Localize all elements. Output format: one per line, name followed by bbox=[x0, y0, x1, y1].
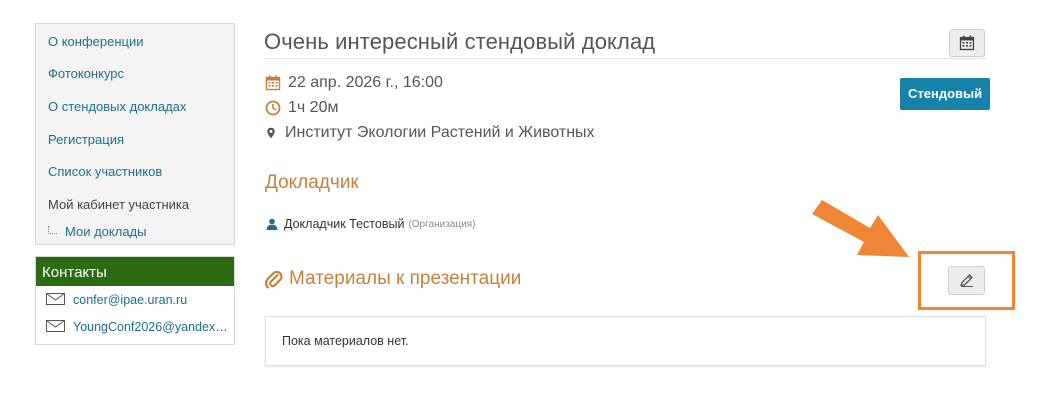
sidebar-item-participants[interactable]: Список участников bbox=[48, 164, 162, 179]
highlight-frame bbox=[918, 251, 1015, 310]
sidebar-subitem-label: Мои доклады bbox=[65, 224, 147, 239]
contacts-title: Контакты bbox=[36, 257, 234, 286]
contact-email-2[interactable]: YoungConf2026@yandex.ru bbox=[46, 320, 228, 334]
contact-email-text: YoungConf2026@yandex.ru bbox=[73, 320, 228, 334]
pointer-arrow-icon bbox=[812, 200, 909, 257]
talk-duration: 1ч 20м bbox=[265, 99, 338, 117]
contact-email-text: confer@ipae.uran.ru bbox=[73, 293, 188, 307]
contacts-panel: Контакты confer@ipae.uran.ru YoungConf20… bbox=[35, 256, 235, 345]
speaker-organization: (Организация) bbox=[408, 218, 476, 230]
page-title: Очень интересный стендовый доклад bbox=[264, 29, 656, 54]
materials-empty-panel: Пока материалов нет. bbox=[265, 316, 986, 366]
sidebar-item-cabinet[interactable]: Мой кабинет участника bbox=[48, 197, 189, 212]
calendar-icon bbox=[265, 75, 281, 91]
add-to-calendar-button[interactable] bbox=[949, 29, 985, 57]
calendar-icon bbox=[959, 35, 975, 51]
talk-location: Институт Экологии Растений и Животных bbox=[265, 124, 595, 142]
paperclip-icon bbox=[265, 270, 283, 289]
user-icon bbox=[266, 218, 278, 230]
envelope-icon bbox=[46, 320, 65, 332]
tree-branch-icon bbox=[48, 226, 57, 234]
title-divider bbox=[264, 58, 986, 59]
sidebar-item-photo-contest[interactable]: Фотоконкурс bbox=[48, 66, 124, 81]
talk-location-text: Институт Экологии Растений и Животных bbox=[285, 124, 595, 141]
materials-empty-text: Пока материалов нет. bbox=[282, 334, 409, 348]
speaker-entry: Докладчик Тестовый (Организация) bbox=[266, 217, 475, 231]
sidebar-item-posters[interactable]: О стендовых докладах bbox=[48, 99, 186, 114]
speaker-name: Докладчик Тестовый bbox=[284, 217, 405, 231]
clock-icon bbox=[265, 100, 281, 116]
materials-heading-text: Материалы к презентации bbox=[289, 268, 522, 289]
sidebar-subitem-my-talks[interactable]: Мои доклады bbox=[48, 224, 146, 239]
materials-heading: Материалы к презентации bbox=[265, 268, 521, 290]
sidebar-item-about[interactable]: О конференции bbox=[48, 34, 144, 49]
map-marker-icon bbox=[267, 127, 275, 139]
speakers-heading: Докладчик bbox=[265, 172, 359, 193]
envelope-icon bbox=[46, 293, 65, 305]
talk-type-badge: Стендовый bbox=[900, 78, 991, 110]
sidebar-item-registration[interactable]: Регистрация bbox=[48, 132, 124, 147]
talk-datetime: 22 апр. 2026 г., 16:00 bbox=[265, 74, 443, 92]
talk-duration-text: 1ч 20м bbox=[288, 99, 339, 116]
contact-email-1[interactable]: confer@ipae.uran.ru bbox=[46, 293, 228, 307]
sidebar-menu: О конференции Фотоконкурс О стендовых до… bbox=[35, 23, 235, 245]
talk-datetime-text: 22 апр. 2026 г., 16:00 bbox=[288, 74, 443, 91]
